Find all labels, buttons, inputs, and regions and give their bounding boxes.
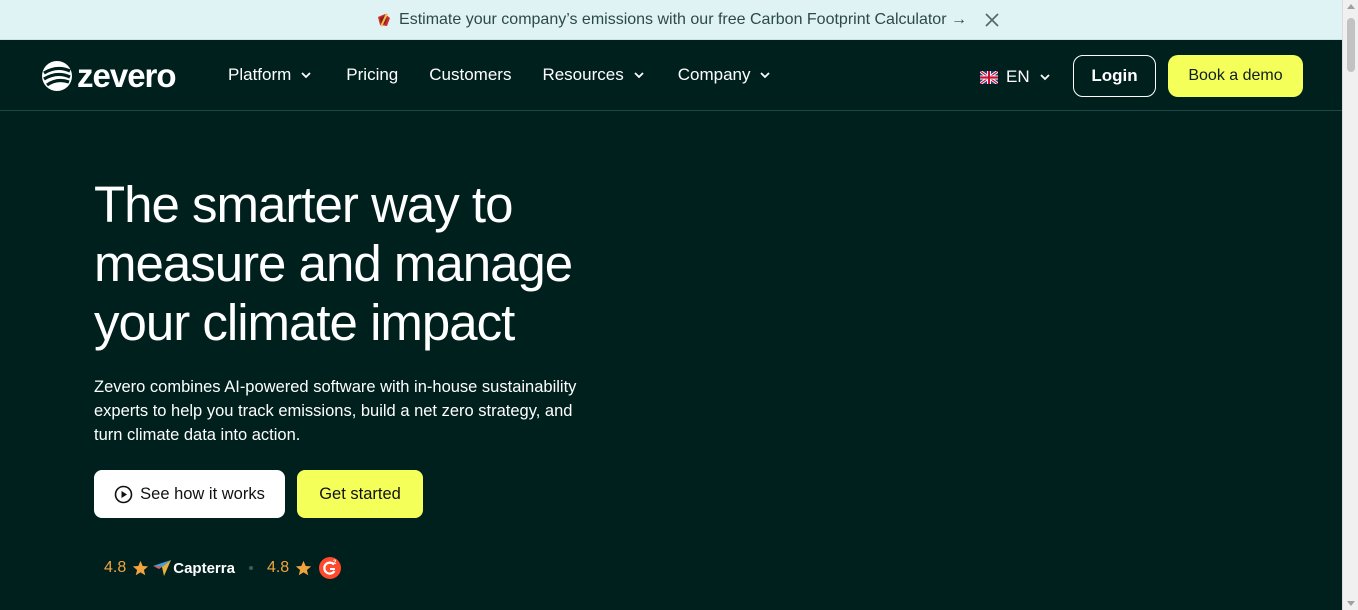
scrollbar-thumb[interactable] <box>1347 18 1355 72</box>
scroll-up-arrow-icon[interactable] <box>1347 4 1355 9</box>
nav-links: Platform Pricing Customers Resources Com… <box>228 65 772 85</box>
gift-icon <box>378 12 391 27</box>
scroll-down-arrow-icon[interactable] <box>1347 601 1355 606</box>
banner-text[interactable]: Estimate your company’s emissions with o… <box>399 11 967 29</box>
uk-flag-icon <box>980 70 998 84</box>
nav-item-label: Platform <box>228 65 292 84</box>
chevron-down-icon <box>760 72 771 79</box>
hero-title-line: your climate impact <box>94 294 515 351</box>
vertical-scrollbar[interactable] <box>1342 0 1358 610</box>
chevron-down-icon <box>301 72 311 79</box>
zevero-logo-icon <box>42 60 72 91</box>
hero-title: The smarter way to measure and manage yo… <box>94 175 654 352</box>
language-selector[interactable]: EN <box>980 67 1052 87</box>
hero-title-line: measure and manage <box>94 235 573 292</box>
separator-dot <box>248 566 253 570</box>
star-icon <box>296 560 312 575</box>
capterra-score: 4.8 <box>104 559 127 576</box>
ratings-row: 4.8 Capterra 4.8 2 <box>104 556 342 580</box>
hero-title-line: The smarter way to <box>94 176 513 233</box>
capterra-name: Capterra <box>173 559 235 577</box>
star-icon <box>133 560 149 575</box>
chevron-down-icon <box>634 72 644 79</box>
top-navigation: zevero Platform Pricing Customers Resour… <box>0 41 1342 111</box>
nav-item-label: Customers <box>429 65 512 84</box>
nav-item-label: Pricing <box>346 65 399 84</box>
nav-item-platform[interactable]: Platform <box>228 65 313 85</box>
capterra-logo[interactable]: Capterra <box>153 560 235 577</box>
book-demo-button[interactable]: Book a demo <box>1168 55 1303 97</box>
nav-item-pricing[interactable]: Pricing <box>346 65 398 85</box>
close-icon[interactable] <box>982 10 1002 30</box>
play-circle-icon <box>114 485 133 503</box>
capterra-arrow-icon <box>153 560 172 576</box>
nav-item-customers[interactable]: Customers <box>429 65 511 85</box>
login-button[interactable]: Login <box>1073 55 1156 97</box>
chevron-down-icon <box>1039 74 1050 81</box>
see-how-label: See how it works <box>140 484 265 503</box>
hero-subtitle: Zevero combines AI-powered software with… <box>94 378 577 444</box>
g2-score: 4.8 <box>266 559 290 576</box>
nav-item-label: Company <box>677 65 751 84</box>
see-how-it-works-button[interactable]: See how it works <box>94 470 285 518</box>
language-label: EN <box>1006 67 1030 86</box>
nav-item-resources[interactable]: Resources <box>542 65 645 85</box>
logo-text: zevero <box>77 57 177 94</box>
zevero-logo[interactable]: zevero <box>41 57 177 94</box>
announcement-banner[interactable]: Estimate your company’s emissions with o… <box>0 0 1342 40</box>
g2-logo-icon[interactable]: 2 <box>318 556 342 580</box>
nav-item-label: Resources <box>542 65 624 84</box>
get-started-button[interactable]: Get started <box>297 470 423 518</box>
nav-item-company[interactable]: Company <box>678 65 773 85</box>
